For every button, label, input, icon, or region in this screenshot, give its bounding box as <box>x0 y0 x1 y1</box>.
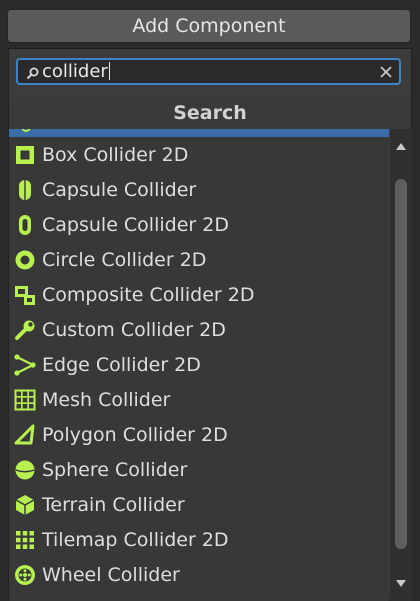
scroll-down-arrow-icon[interactable] <box>395 579 407 589</box>
list-item-label: Wheel Collider <box>42 563 180 586</box>
edge-collider-2d-icon <box>14 353 36 376</box>
list-item-label: Circle Collider 2D <box>42 248 207 271</box>
list-item[interactable]: Custom Collider 2D <box>9 312 389 347</box>
list-item-label: Sphere Collider <box>42 458 188 481</box>
search-input[interactable]: collider <box>16 58 401 85</box>
list-item[interactable]: Terrain Collider <box>9 487 389 522</box>
list-item[interactable]: Capsule Collider 2D <box>9 207 389 242</box>
scrollbar-thumb[interactable] <box>395 179 407 549</box>
partial-item-icon <box>21 129 31 132</box>
list-item-label: Box Collider 2D <box>42 143 189 166</box>
list-scrollbar[interactable] <box>390 129 412 601</box>
polygon-collider-2d-icon <box>14 424 35 444</box>
custom-collider-2d-icon <box>15 320 35 340</box>
list-item[interactable]: Polygon Collider 2D <box>9 417 389 452</box>
clear-search-icon[interactable] <box>379 65 393 79</box>
box-collider-2d-icon <box>16 145 34 164</box>
capsule-collider-icon <box>19 179 31 200</box>
component-search-panel: collider Search Box Collider 2D Capsule … <box>8 48 412 601</box>
scroll-up-arrow-icon[interactable] <box>395 141 407 151</box>
capsule-collider-2d-icon <box>19 214 31 235</box>
composite-collider-2d-icon <box>15 285 35 305</box>
search-header-title: Search <box>173 102 247 124</box>
search-input-value: collider <box>42 61 110 82</box>
search-row: collider <box>9 49 411 95</box>
list-item[interactable]: Edge Collider 2D <box>9 347 389 382</box>
list-item[interactable]: Box Collider 2D <box>9 137 389 172</box>
tilemap-collider-2d-icon <box>16 530 34 549</box>
terrain-collider-icon <box>15 494 35 515</box>
component-list: Box Collider 2D Capsule Collider Capsule… <box>9 129 389 601</box>
list-item-label: Mesh Collider <box>42 388 171 411</box>
list-item[interactable]: Wheel Collider <box>9 557 389 592</box>
search-header: Search <box>9 97 411 129</box>
list-item[interactable]: Circle Collider 2D <box>9 242 389 277</box>
list-item-label: Tilemap Collider 2D <box>42 528 229 551</box>
list-item-label: Capsule Collider 2D <box>42 213 229 236</box>
mesh-collider-icon <box>14 389 36 410</box>
list-item-label: Capsule Collider <box>42 178 197 201</box>
list-item[interactable]: Capsule Collider <box>9 172 389 207</box>
list-item[interactable]: Mesh Collider <box>9 382 389 417</box>
list-item[interactable]: Tilemap Collider 2D <box>9 522 389 557</box>
list-item-label: Edge Collider 2D <box>42 353 201 376</box>
circle-collider-2d-icon <box>15 250 35 269</box>
list-item-label: Polygon Collider 2D <box>42 423 228 446</box>
search-icon <box>26 67 39 80</box>
list-item[interactable]: Sphere Collider <box>9 452 389 487</box>
list-item-label: Terrain Collider <box>42 493 185 516</box>
list-item-label: Composite Collider 2D <box>42 283 255 306</box>
add-component-button[interactable]: Add Component <box>7 9 411 43</box>
add-component-label: Add Component <box>132 15 286 37</box>
list-item-label: Custom Collider 2D <box>42 318 226 341</box>
selected-item-highlight[interactable] <box>9 129 389 137</box>
wheel-collider-icon <box>15 564 35 585</box>
sphere-collider-icon <box>15 460 35 479</box>
list-item[interactable]: Composite Collider 2D <box>9 277 389 312</box>
